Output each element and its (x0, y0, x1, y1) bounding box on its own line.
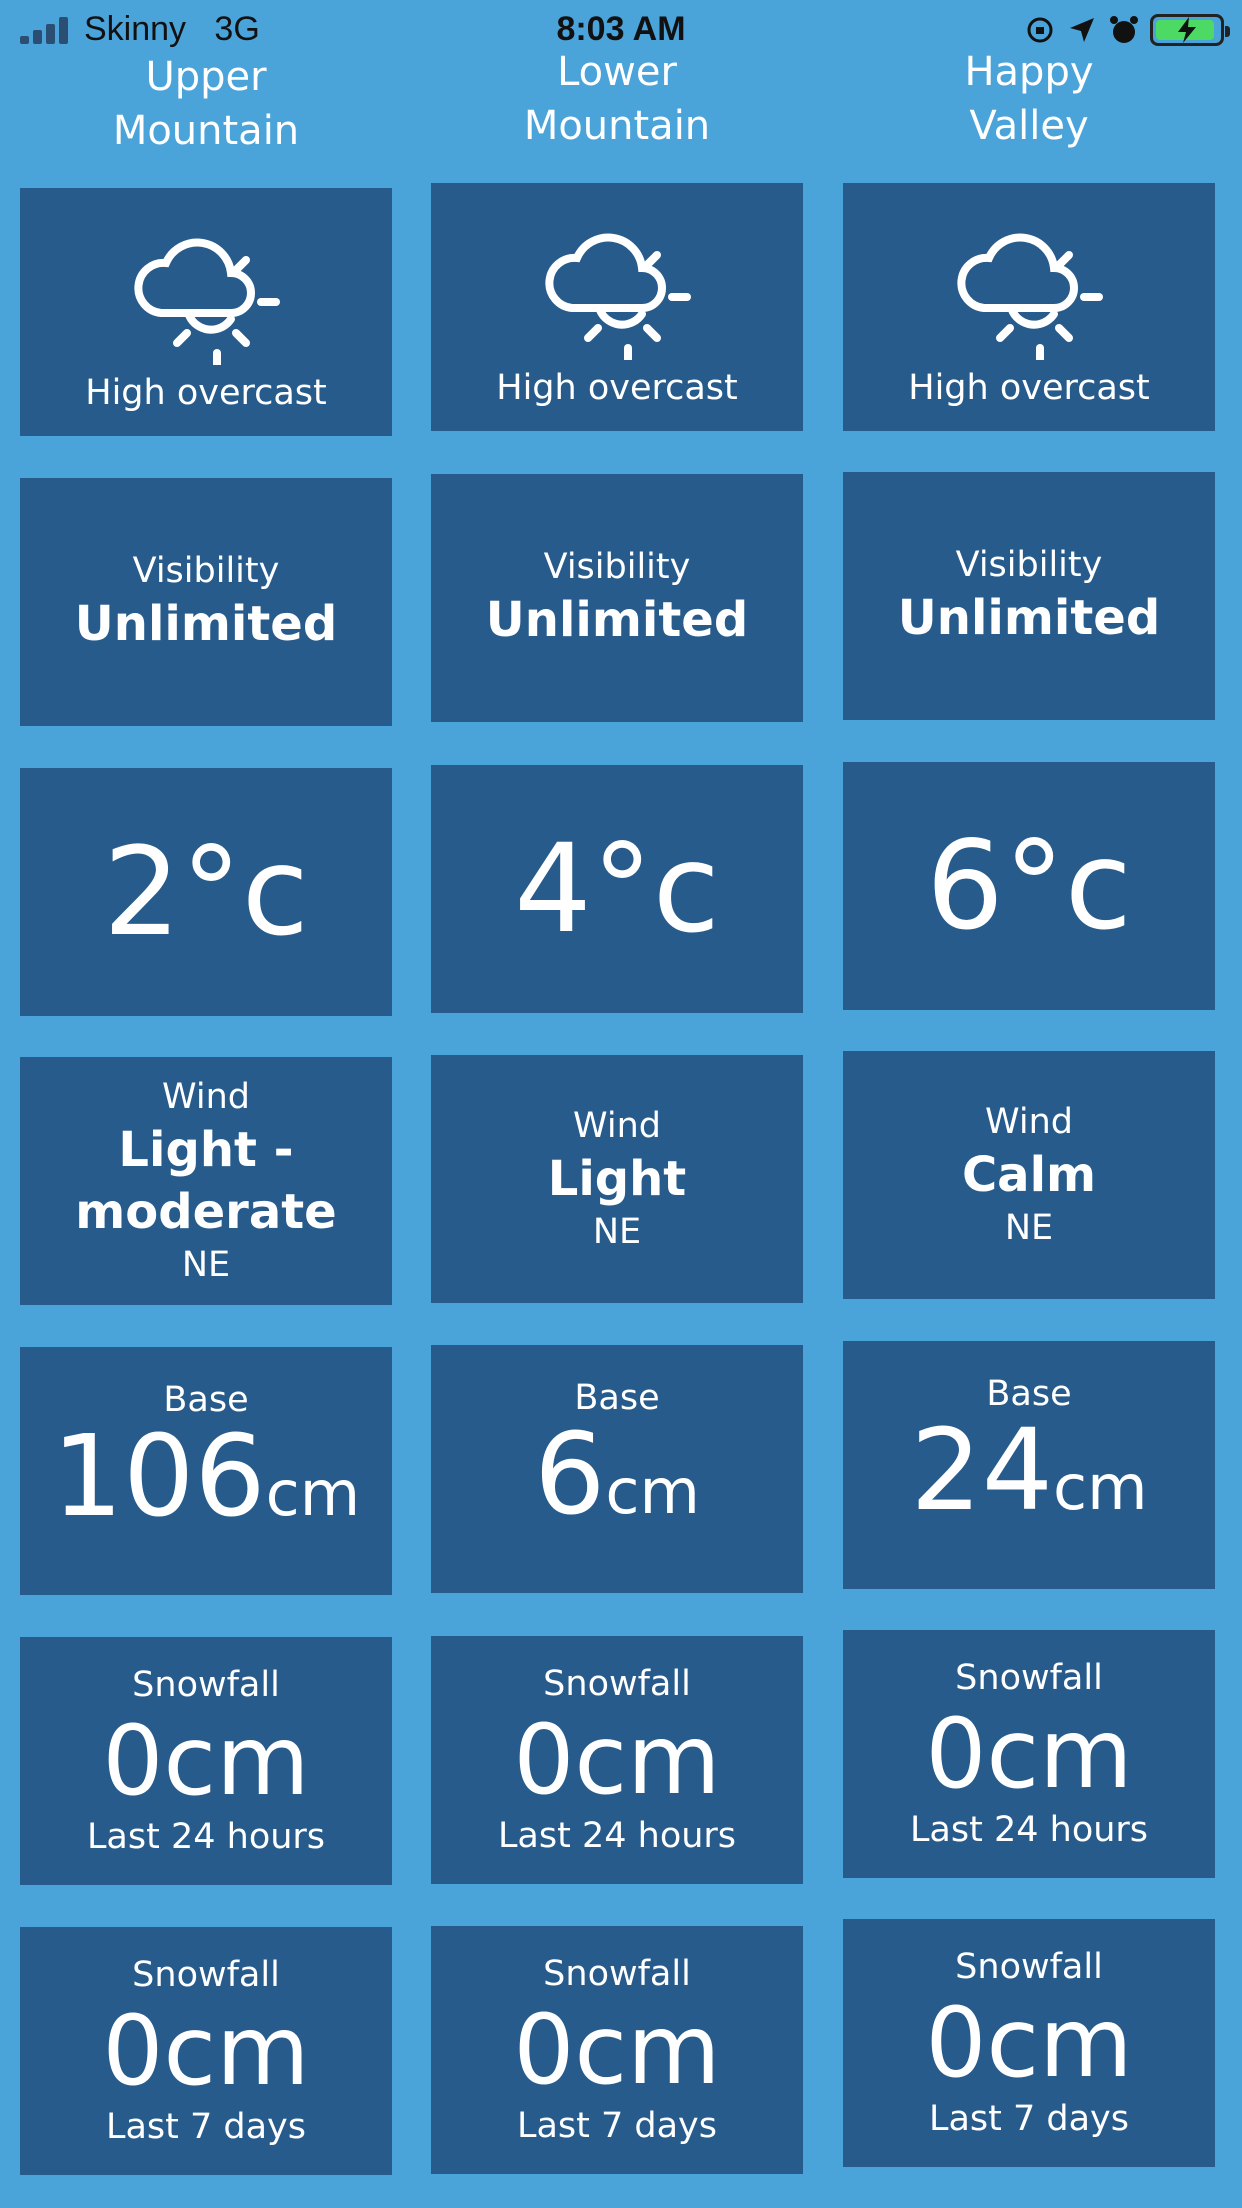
column-header-lower-mountain: Lower Mountain (431, 45, 803, 153)
cloud-sun-icon (957, 233, 1103, 360)
visibility-tile: Visibility Unlimited (20, 478, 392, 726)
base-unit: cm (605, 1454, 700, 1528)
column-header-happy-valley: Happy Valley (843, 45, 1215, 153)
snowfall-7d-tile: Snowfall 0cm Last 7 days (20, 1927, 392, 2175)
wind-strength: Calm (961, 1147, 1097, 1203)
visibility-value: Unlimited (897, 590, 1161, 646)
snowfall-value: 0cm (925, 1698, 1133, 1810)
base-number: 24 (910, 1405, 1054, 1536)
wind-label: Wind (573, 1106, 661, 1146)
condition-tile: High overcast (843, 183, 1215, 431)
base-value: 6cm (534, 1419, 700, 1563)
snowfall-24h-tile: Snowfall 0cm Last 24 hours (431, 1636, 803, 1884)
condition-label: High overcast (496, 368, 738, 408)
temperature-tile: 6°c (843, 762, 1215, 1010)
snowfall-label: Snowfall (543, 1664, 691, 1704)
base-tile: Base 106cm (20, 1347, 392, 1595)
snowfall-period: Last 7 days (928, 2099, 1130, 2139)
snowfall-value: 0cm (102, 1995, 310, 2107)
visibility-value: Unlimited (74, 596, 338, 652)
wind-tile: Wind Light NE (431, 1055, 803, 1303)
status-icons (1024, 10, 1230, 50)
snowfall-label: Snowfall (132, 1665, 280, 1705)
wind-strength-line2: moderate (75, 1184, 337, 1240)
snowfall-7d-tile: Snowfall 0cm Last 7 days (843, 1919, 1215, 2167)
wind-tile: Wind Calm NE (843, 1051, 1215, 1299)
snowfall-period: Last 24 hours (86, 1817, 326, 1857)
wind-label: Wind (985, 1102, 1073, 1142)
snowfall-value: 0cm (513, 1994, 721, 2106)
snowfall-period: Last 7 days (516, 2106, 718, 2146)
visibility-value: Unlimited (485, 592, 749, 648)
wind-direction: NE (592, 1212, 642, 1252)
wind-strength: Light (547, 1151, 687, 1207)
column-name-line1: Happy (964, 49, 1094, 95)
base-number: 106 (51, 1411, 266, 1542)
base-number: 6 (534, 1409, 606, 1540)
snowfall-period: Last 24 hours (909, 1810, 1149, 1850)
visibility-tile: Visibility Unlimited (431, 474, 803, 722)
alarm-icon (1108, 14, 1140, 46)
base-value: 24cm (911, 1415, 1148, 1559)
wind-label: Wind (162, 1077, 250, 1117)
base-value: 106cm (52, 1421, 361, 1565)
column-name-line2: Valley (969, 103, 1089, 149)
snowfall-label: Snowfall (955, 1658, 1103, 1698)
wind-direction: NE (181, 1245, 231, 1285)
base-tile: Base 24cm (843, 1341, 1215, 1589)
column-name-line2: Mountain (523, 103, 711, 149)
cloud-sun-icon (134, 238, 280, 365)
snowfall-24h-tile: Snowfall 0cm Last 24 hours (20, 1637, 392, 1885)
temperature-tile: 4°c (431, 765, 803, 1013)
base-unit: cm (265, 1456, 361, 1530)
visibility-label: Visibility (132, 551, 280, 591)
base-tile: Base 6cm (431, 1345, 803, 1593)
snowfall-24h-tile: Snowfall 0cm Last 24 hours (843, 1630, 1215, 1878)
visibility-tile: Visibility Unlimited (843, 472, 1215, 720)
snowfall-value: 0cm (102, 1705, 310, 1817)
rotation-lock-icon (1024, 14, 1056, 46)
temperature-value: 4°c (514, 818, 720, 960)
column-header-upper-mountain: Upper Mountain (20, 50, 392, 158)
wind-direction: NE (1004, 1208, 1054, 1248)
snowfall-value: 0cm (925, 1987, 1133, 2099)
column-name-line2: Mountain (112, 108, 300, 154)
base-unit: cm (1053, 1450, 1148, 1524)
column-name-line1: Lower (557, 49, 677, 95)
condition-tile: High overcast (431, 183, 803, 431)
temperature-value: 6°c (926, 815, 1132, 957)
battery-charging-icon (1150, 14, 1230, 46)
snowfall-label: Snowfall (132, 1955, 280, 1995)
visibility-label: Visibility (955, 545, 1103, 585)
column-name-line1: Upper (145, 54, 267, 100)
wind-tile: Wind Light - moderate NE (20, 1057, 392, 1305)
snowfall-period: Last 24 hours (497, 1816, 737, 1856)
temperature-value: 2°c (103, 821, 309, 963)
visibility-label: Visibility (543, 547, 691, 587)
snowfall-7d-tile: Snowfall 0cm Last 7 days (431, 1926, 803, 2174)
condition-tile: High overcast (20, 188, 392, 436)
snowfall-label: Snowfall (543, 1954, 691, 1994)
temperature-tile: 2°c (20, 768, 392, 1016)
condition-label: High overcast (85, 373, 327, 413)
snowfall-value: 0cm (513, 1704, 721, 1816)
cloud-sun-icon (545, 233, 691, 360)
location-arrow-icon (1066, 14, 1098, 46)
snowfall-period: Last 7 days (105, 2107, 307, 2147)
condition-label: High overcast (908, 368, 1150, 408)
snowfall-label: Snowfall (955, 1947, 1103, 1987)
wind-strength-line1: Light - (118, 1122, 294, 1178)
